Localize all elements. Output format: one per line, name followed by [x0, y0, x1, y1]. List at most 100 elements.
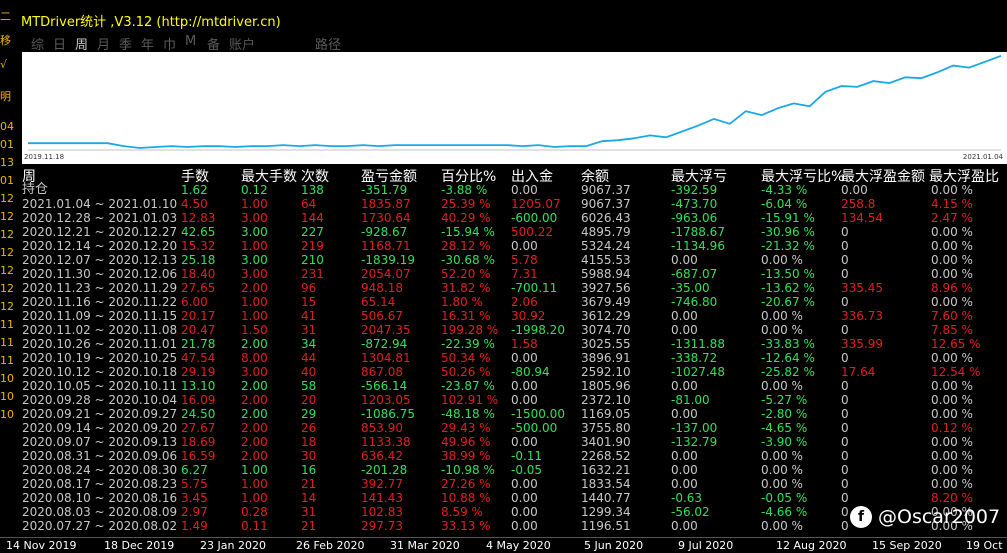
table-cell: 持仓	[22, 182, 49, 197]
table-cell: 0.28	[241, 505, 268, 519]
time-axis-label: 26 Feb 2020	[296, 539, 365, 552]
toolbar-tab[interactable]: 月	[97, 34, 110, 53]
table-cell: -15.94 %	[441, 225, 495, 239]
table-cell: 199.28 %	[441, 323, 499, 337]
table-cell: 227	[301, 225, 324, 239]
table-row[interactable]: 持仓 1.62 0.12 138 -351.79 -3.88 % 0.00 9067.37 -3…	[0, 182, 1007, 198]
table-cell: -1086.75	[361, 407, 415, 421]
table-row[interactable]: 2020.11.23 ~ 2020.11.29 27.65 2.00 96 948.18…	[0, 281, 1007, 295]
table-row[interactable]: 2021.01.04 ~ 2021.01.10 4.50 1.00 64 1835.87…	[0, 197, 1007, 211]
table-cell: 21.78	[181, 337, 216, 351]
table-cell: 2020.12.07 ~ 2020.12.13	[22, 253, 178, 267]
table-cell: 4895.79	[581, 225, 631, 239]
table-row[interactable]: 2020.08.31 ~ 2020.09.06 16.59 2.00 30 636.42…	[0, 449, 1007, 463]
table-row[interactable]: 2020.12.28 ~ 2021.01.03 12.83 3.00 144 1730.…	[0, 211, 1007, 225]
toolbar-tab[interactable]: 账户	[229, 34, 255, 53]
table-cell: 4155.53	[581, 253, 631, 267]
left-strip-cell: 04	[0, 120, 14, 133]
toolbar-tab[interactable]: 路径	[315, 34, 341, 53]
table-cell: 0.00 %	[931, 239, 973, 253]
table-row[interactable]: 2020.10.05 ~ 2020.10.11 13.10 2.00 58 -566.1…	[0, 379, 1007, 393]
table-cell: 40	[301, 365, 317, 379]
left-strip-cell[interactable]: 移	[0, 32, 17, 50]
toolbar-tab[interactable]: 综	[31, 34, 44, 53]
toolbar-tab[interactable]: 巾	[163, 34, 176, 53]
table-cell: -23.87 %	[441, 379, 495, 393]
table-row[interactable]: 2020.09.28 ~ 2020.10.04 16.09 2.00 20 1203.0…	[0, 393, 1007, 407]
table-cell: 1.62	[181, 183, 208, 197]
time-axis: 14 Nov 2019 18 Dec 2019 23 Jan 2020 26 Feb …	[0, 537, 1007, 553]
table-row[interactable]: 2020.12.07 ~ 2020.12.13 25.18 3.00 210 -1839…	[0, 253, 1007, 267]
table-cell: -872.94	[361, 337, 408, 351]
table-cell: 31.82 %	[441, 281, 491, 295]
table-row[interactable]: 2020.08.24 ~ 2020.08.30 6.27 1.00 16 -201.28…	[0, 463, 1007, 477]
table-cell: -0.11	[511, 449, 543, 463]
table-cell: 6026.43	[581, 211, 631, 225]
table-cell: 506.67	[361, 309, 403, 323]
table-cell: 0	[841, 477, 849, 491]
table-cell: 335.45	[841, 281, 883, 295]
table-cell: 29	[301, 407, 317, 421]
table-cell: 0.00	[671, 463, 698, 477]
table-cell: -600.00	[511, 211, 558, 225]
table-row[interactable]: 2020.10.26 ~ 2020.11.01 21.78 2.00 34 -872.9…	[0, 337, 1007, 351]
table-cell: 0	[841, 239, 849, 253]
table-cell: 7.85 %	[931, 323, 973, 337]
period-toolbar: 综日周月季年巾 M 备账户 路径	[17, 32, 1007, 53]
table-cell: -1500.00	[511, 407, 565, 421]
left-strip-cell[interactable]: 二	[0, 8, 17, 26]
table-cell: 41	[301, 309, 317, 323]
table-cell: 0.00	[671, 407, 698, 421]
table-cell: 867.08	[361, 365, 403, 379]
table-cell: 0.00 %	[761, 519, 803, 533]
table-cell: 29.43 %	[441, 421, 491, 435]
table-cell: 30	[301, 449, 317, 463]
toolbar-tab[interactable]: 周	[75, 34, 88, 53]
table-row[interactable]: 2020.09.14 ~ 2020.09.20 27.67 2.00 26 853.90…	[0, 421, 1007, 435]
table-cell: 1304.81	[361, 351, 411, 365]
table-row[interactable]: 2020.11.02 ~ 2020.11.08 20.47 1.50 31 2047.3…	[0, 323, 1007, 337]
table-row[interactable]: 2020.09.21 ~ 2020.09.27 24.50 2.00 29 -1086.…	[0, 407, 1007, 421]
table-row[interactable]: 2020.11.09 ~ 2020.11.15 20.17 1.00 41 506.67…	[0, 309, 1007, 323]
table-cell: 42.65	[181, 225, 216, 239]
table-cell: 0	[841, 505, 849, 519]
table-cell: 2020.10.05 ~ 2020.10.11	[22, 379, 178, 393]
table-cell: 0.00	[671, 477, 698, 491]
table-cell: 2047.35	[361, 323, 411, 337]
table-cell: 16.31 %	[441, 309, 491, 323]
table-cell: 948.18	[361, 281, 403, 295]
left-strip-cell: 01	[0, 138, 14, 151]
toolbar-tab[interactable]: 季	[119, 34, 132, 53]
table-cell: 0.00 %	[931, 351, 973, 365]
table-cell: 5324.24	[581, 239, 631, 253]
table-row[interactable]: 2020.08.10 ~ 2020.08.16 3.45 1.00 14 141.43 1…	[0, 491, 1007, 505]
table-cell: -500.00	[511, 421, 558, 435]
toolbar-tab[interactable]: M	[185, 34, 196, 49]
table-cell: 0.00	[511, 491, 538, 505]
table-cell: 0.00 %	[931, 253, 973, 267]
table-cell: 0.00	[511, 519, 538, 533]
toolbar-tab[interactable]: 备	[207, 34, 220, 53]
table-cell: 0.00	[671, 309, 698, 323]
table-cell: -48.18 %	[441, 407, 495, 421]
toolbar-tab[interactable]: 年	[141, 34, 154, 53]
left-strip-cell[interactable]: √	[0, 56, 17, 74]
table-row[interactable]: 2020.09.07 ~ 2020.09.13 18.69 2.00 18 1133.3…	[0, 435, 1007, 449]
table-cell: 12.54 %	[931, 365, 981, 379]
equity-chart-svg	[28, 55, 1002, 151]
table-row[interactable]: 2020.12.14 ~ 2020.12.20 15.32 1.00 219 1168.…	[0, 239, 1007, 253]
toolbar-tab[interactable]: 日	[53, 34, 66, 53]
table-row[interactable]: 2020.10.19 ~ 2020.10.25 47.54 8.00 44 1304.8…	[0, 351, 1007, 365]
table-row[interactable]: 2020.11.16 ~ 2020.11.22 6.00 1.00 15 65.14 1.…	[0, 295, 1007, 309]
table-cell: 1.00	[241, 197, 268, 211]
table-row[interactable]: 2020.11.30 ~ 2020.12.06 18.40 3.00 231 2054.…	[0, 267, 1007, 281]
table-cell: 144	[301, 211, 324, 225]
table-cell: 0.00	[671, 449, 698, 463]
table-cell: 138	[301, 183, 324, 197]
table-row[interactable]: 2020.08.17 ~ 2020.08.23 5.75 1.00 21 392.77 2…	[0, 477, 1007, 491]
table-cell: 0.00 %	[761, 309, 803, 323]
table-row[interactable]: 2020.10.12 ~ 2020.10.18 29.19 3.00 40 867.08…	[0, 365, 1007, 379]
table-row[interactable]: 2020.12.21 ~ 2020.12.27 42.65 3.00 227 -928.…	[0, 225, 1007, 239]
table-cell: 2020.12.28 ~ 2021.01.03	[22, 211, 178, 225]
table-cell: -81.00	[671, 393, 710, 407]
